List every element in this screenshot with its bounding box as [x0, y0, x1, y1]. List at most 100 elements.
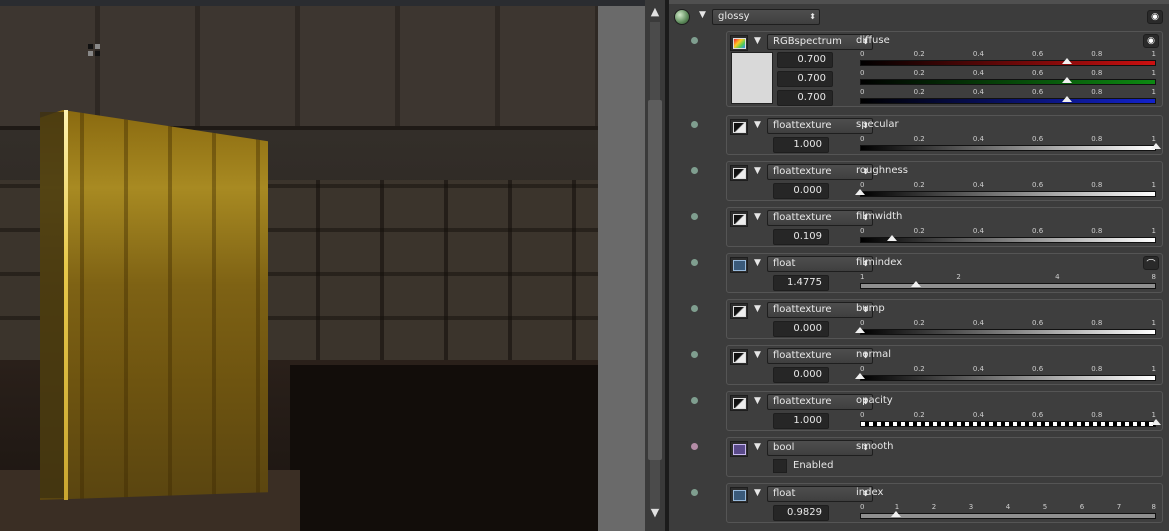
triangle-down-icon[interactable]: ▼ — [754, 350, 761, 360]
slider-bar[interactable] — [860, 421, 1156, 427]
slider-thumb[interactable] — [891, 511, 902, 517]
param-value-field[interactable]: 1.000 — [773, 137, 829, 153]
slider-bar[interactable] — [860, 145, 1156, 151]
connector-dot[interactable] — [691, 259, 698, 266]
slider-thumb[interactable] — [1062, 58, 1073, 64]
enabled-checkbox[interactable] — [773, 459, 787, 473]
value-slider[interactable]: 0 0.2 0.4 0.6 0.8 1 — [855, 365, 1156, 383]
triangle-down-icon[interactable]: ▼ — [754, 396, 761, 406]
connector-dot[interactable] — [691, 121, 698, 128]
material-header: ▼ glossy ⬍ ◉ — [669, 6, 1169, 28]
value-slider[interactable]: 0 0.2 0.4 0.6 0.8 1 — [860, 227, 1156, 245]
color-swatch[interactable] — [731, 52, 773, 104]
texture-icon[interactable] — [730, 35, 748, 51]
channel-value-field[interactable]: 0.700 — [777, 52, 833, 68]
render-viewport[interactable] — [0, 0, 598, 531]
slider-thumb[interactable] — [911, 281, 922, 287]
texture-icon[interactable] — [730, 303, 748, 319]
value-slider[interactable]: 0 1 2 3 4 5 6 7 8 — [860, 503, 1156, 521]
viewport-scrollbar[interactable]: ▲ ▼ — [645, 0, 665, 531]
connector-dot[interactable] — [691, 397, 698, 404]
value-slider[interactable]: 0 0.2 0.4 0.6 0.8 1 — [855, 181, 1156, 199]
param-row-normal: ▼ floattexture ⬍ normal 0.000 0 0.2 0.4 0.6 0.8 1 — [726, 345, 1163, 385]
connector-dot[interactable] — [691, 489, 698, 496]
param-value-field[interactable]: 0.109 — [773, 229, 829, 245]
slider-thumb[interactable] — [855, 373, 865, 379]
triangle-down-icon[interactable]: ▼ — [754, 120, 761, 130]
slider-bar[interactable] — [860, 513, 1156, 519]
slider-tick-label: 0.6 — [1032, 411, 1044, 419]
slider-thumb[interactable] — [887, 235, 898, 241]
bool-icon[interactable] — [730, 441, 748, 457]
curve-icon[interactable] — [730, 257, 748, 273]
eye-icon[interactable]: ◉ — [1143, 34, 1159, 48]
scroll-up-icon[interactable]: ▲ — [647, 3, 663, 19]
channel-value-field[interactable]: 0.700 — [777, 90, 833, 106]
param-row-diffuse: ▼ RGBspectrum ⬍ diffuse ◉ 0.700 0 0.2 0.4 0.6 0.8 1… — [726, 31, 1163, 107]
value-slider[interactable]: 1 2 4 8 — [860, 273, 1156, 291]
texture-icon[interactable] — [730, 211, 748, 227]
param-value-field[interactable]: 0.9829 — [773, 505, 829, 521]
slider-bar[interactable] — [860, 283, 1156, 289]
slider-bar[interactable] — [860, 98, 1156, 104]
connector-dot[interactable] — [691, 305, 698, 312]
value-slider[interactable]: 0 0.2 0.4 0.6 0.8 1 — [860, 411, 1161, 429]
triangle-down-icon[interactable]: ▼ — [754, 442, 761, 452]
texture-icon[interactable] — [730, 165, 748, 181]
value-slider[interactable]: 0 0.2 0.4 0.6 0.8 1 — [860, 88, 1156, 106]
slider-thumb[interactable] — [1151, 143, 1161, 149]
eye-icon[interactable]: ◉ — [1147, 10, 1163, 24]
slider-bar[interactable] — [860, 329, 1156, 335]
param-type-label: floattexture — [773, 166, 832, 177]
param-value-field[interactable]: 0.000 — [773, 321, 829, 337]
triangle-down-icon[interactable]: ▼ — [699, 10, 706, 20]
value-slider[interactable]: 0 0.2 0.4 0.6 0.8 1 — [855, 319, 1156, 337]
param-value-field[interactable]: 1.4775 — [773, 275, 829, 291]
triangle-down-icon[interactable]: ▼ — [754, 166, 761, 176]
slider-tick-label: 0.6 — [1032, 365, 1044, 373]
scroll-thumb[interactable] — [648, 100, 662, 460]
slider-tick-label: 0.4 — [972, 411, 984, 419]
triangle-down-icon[interactable]: ▼ — [754, 36, 761, 46]
param-row-bump: ▼ floattexture ⬍ bump 0.000 0 0.2 0.4 0.6 0.8 1 — [726, 299, 1163, 339]
curve-icon[interactable] — [730, 487, 748, 503]
value-slider[interactable]: 0 0.2 0.4 0.6 0.8 1 — [860, 69, 1156, 87]
slider-tick-label: 0 — [860, 365, 865, 373]
slider-tick-label: 1 — [894, 503, 900, 511]
slider-bar[interactable] — [860, 375, 1156, 381]
param-value-field[interactable]: 0.000 — [773, 367, 829, 383]
param-name: diffuse — [856, 35, 890, 46]
material-type-select[interactable]: glossy ⬍ — [712, 9, 820, 25]
connector-dot[interactable] — [691, 37, 698, 44]
texture-icon[interactable] — [730, 395, 748, 411]
slider-thumb[interactable] — [855, 327, 865, 333]
connector-dot[interactable] — [691, 213, 698, 220]
connector-dot[interactable] — [691, 167, 698, 174]
connector-dot[interactable] — [691, 351, 698, 358]
slider-thumb[interactable] — [855, 189, 865, 195]
param-value-field[interactable]: 1.000 — [773, 413, 829, 429]
slider-tick-label: 0.4 — [972, 365, 984, 373]
slider-tick-label: 0.8 — [1091, 135, 1103, 143]
texture-icon[interactable] — [730, 119, 748, 135]
slider-bar[interactable] — [860, 191, 1156, 197]
param-value-field[interactable]: 0.000 — [773, 183, 829, 199]
slider-bar[interactable] — [860, 237, 1156, 243]
channel-value-field[interactable]: 0.700 — [777, 71, 833, 87]
slider-bar[interactable] — [860, 60, 1156, 66]
triangle-down-icon[interactable]: ▼ — [754, 488, 761, 498]
value-slider[interactable]: 0 0.2 0.4 0.6 0.8 1 — [860, 50, 1156, 68]
slider-bar[interactable] — [860, 79, 1156, 85]
triangle-down-icon[interactable]: ▼ — [754, 258, 761, 268]
triangle-down-icon[interactable]: ▼ — [754, 304, 761, 314]
texture-icon[interactable] — [730, 349, 748, 365]
connector-dot[interactable] — [691, 443, 698, 450]
curve-icon[interactable]: ⌒ — [1143, 256, 1159, 270]
slider-thumb[interactable] — [1151, 419, 1161, 425]
triangle-down-icon[interactable]: ▼ — [754, 212, 761, 222]
scroll-down-icon[interactable]: ▼ — [647, 504, 663, 520]
material-preview-icon[interactable] — [674, 9, 690, 25]
value-slider[interactable]: 0 0.2 0.4 0.6 0.8 1 — [860, 135, 1161, 153]
slider-thumb[interactable] — [1062, 77, 1073, 83]
slider-thumb[interactable] — [1062, 96, 1073, 102]
